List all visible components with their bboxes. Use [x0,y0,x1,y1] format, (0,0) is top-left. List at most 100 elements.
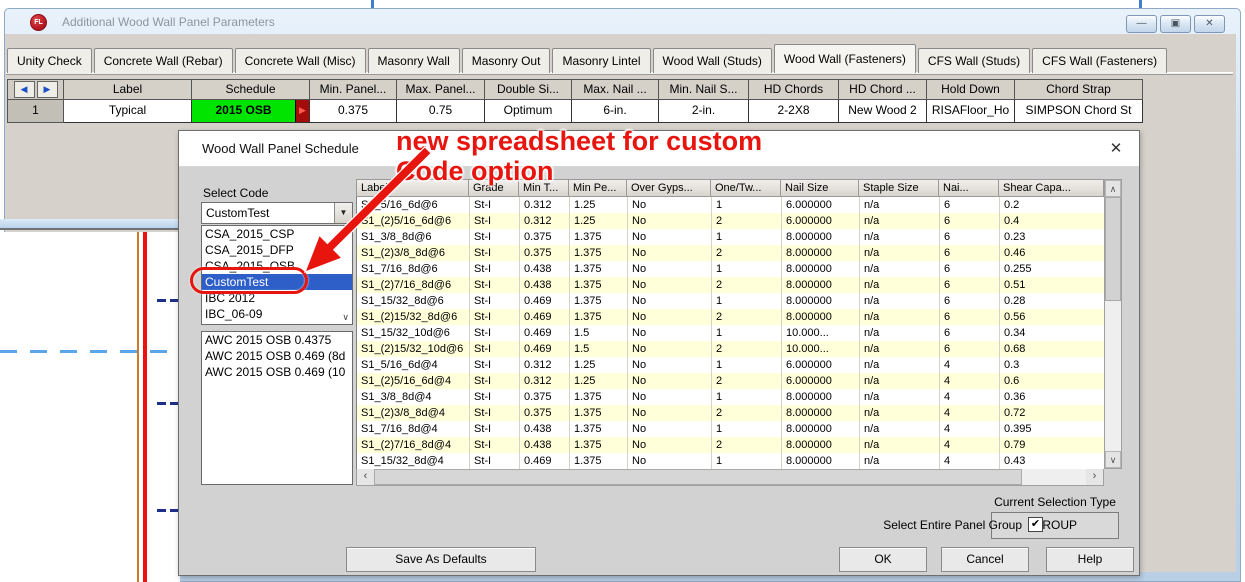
table-cell[interactable]: 0.43 [1000,453,1105,469]
table-cell[interactable]: 2 [712,277,782,293]
table-cell[interactable]: 1 [712,197,782,213]
table-cell[interactable]: 0.3 [1000,357,1105,373]
table-cell[interactable]: 6 [940,277,1000,293]
table-cell[interactable]: No [628,405,712,421]
table-cell[interactable]: 1.375 [570,229,628,245]
table-cell[interactable]: 0.255 [1000,261,1105,277]
table-row[interactable]: S1_15/32_8d@6St-I0.4691.375No18.000000n/… [357,293,1105,309]
select-entire-panel-group-checkbox[interactable]: ✔ [1028,517,1043,532]
ok-button[interactable]: OK [839,547,927,572]
table-cell[interactable]: 1.375 [570,293,628,309]
table-cell[interactable]: 1.375 [570,245,628,261]
code-list-item-csa-2015-csp[interactable]: CSA_2015_CSP [202,226,352,242]
table-cell[interactable]: 0.375 [520,389,570,405]
tab-concrete-wall-misc[interactable]: Concrete Wall (Misc) [235,48,366,73]
table-cell[interactable]: St-I [470,453,520,469]
table-cell[interactable]: 6 [940,325,1000,341]
code-combobox[interactable]: CustomTest ▼ [201,202,353,224]
table-cell[interactable]: S1_3/8_8d@6 [357,229,470,245]
table-cell[interactable]: 0.4 [1000,213,1105,229]
table-cell[interactable]: 1.375 [570,453,628,469]
table-cell[interactable]: S1_15/32_8d@6 [357,293,470,309]
scrollbar-thumb[interactable] [1105,197,1121,301]
table-cell[interactable]: 4 [940,453,1000,469]
table-cell[interactable]: St-I [470,373,520,389]
table-cell[interactable]: 8.000000 [782,229,860,245]
table-cell[interactable]: 0.2 [1000,197,1105,213]
table-row[interactable]: S1_(2)3/8_8d@4St-I0.3751.375No28.000000n… [357,405,1105,421]
table-cell[interactable]: n/a [860,325,940,341]
custom-list-item[interactable]: AWC 2015 OSB 0.4375 [202,332,352,348]
table-cell[interactable]: n/a [860,373,940,389]
table-cell[interactable]: 1.5 [570,341,628,357]
table-cell[interactable]: 6.000000 [782,197,860,213]
table-cell[interactable]: 10.000... [782,341,860,357]
tab-masonry-out[interactable]: Masonry Out [462,48,551,73]
table-cell[interactable]: n/a [860,357,940,373]
table-cell[interactable]: 0.68 [1000,341,1105,357]
table-cell[interactable]: St-I [470,261,520,277]
table-cell[interactable]: No [628,229,712,245]
table-cell[interactable]: St-I [470,293,520,309]
code-list-item-ibc-06-09[interactable]: IBC_06-09 [202,306,352,322]
schedule-cell[interactable]: 2015 OSB▶ [192,100,310,123]
table-cell[interactable]: S1_7/16_8d@6 [357,261,470,277]
table-cell[interactable]: 1.375 [570,309,628,325]
table-cell[interactable]: n/a [860,437,940,453]
table-cell[interactable]: 4 [940,421,1000,437]
table-cell[interactable]: No [628,277,712,293]
table-cell[interactable]: 4 [940,389,1000,405]
table-cell[interactable]: 1.25 [570,213,628,229]
chevron-down-icon[interactable]: ▼ [334,203,352,223]
table-cell[interactable]: S1_15/32_8d@4 [357,453,470,469]
table-cell[interactable]: 0.438 [520,437,570,453]
table-cell[interactable]: No [628,341,712,357]
table-cell[interactable]: S1_(2)5/16_6d@4 [357,373,470,389]
table-cell[interactable]: S1_(2)5/16_6d@6 [357,213,470,229]
table-cell[interactable]: 0.46 [1000,245,1105,261]
table-cell[interactable]: 8.000000 [782,261,860,277]
table-cell[interactable]: 0.56 [1000,309,1105,325]
table-cell[interactable]: n/a [860,245,940,261]
table-cell[interactable]: 6 [940,309,1000,325]
table-cell[interactable]: 0.375 [520,229,570,245]
table-row[interactable]: S1_(2)7/16_8d@6St-I0.4381.375No28.000000… [357,277,1105,293]
table-cell[interactable]: 0.469 [520,293,570,309]
tab-wood-wall-fasteners[interactable]: Wood Wall (Fasteners) [774,44,916,73]
table-cell[interactable]: St-I [470,325,520,341]
table-cell[interactable]: 6 [940,229,1000,245]
scroll-down-icon[interactable]: ∨ [1105,451,1121,468]
table-cell[interactable]: No [628,309,712,325]
table-cell[interactable]: 0.28 [1000,293,1105,309]
table-cell[interactable]: 2 [712,341,782,357]
table-row[interactable]: S1_7/16_8d@4St-I0.4381.375No18.000000n/a… [357,421,1105,437]
table-cell[interactable]: 0.34 [1000,325,1105,341]
table-cell[interactable]: 4 [940,373,1000,389]
table-cell[interactable]: 0.312 [520,197,570,213]
scroll-left-icon[interactable]: ‹ [357,469,374,485]
table-cell[interactable]: 0.312 [520,357,570,373]
table-cell[interactable]: n/a [860,405,940,421]
table-row[interactable]: S1_(2)5/16_6d@6St-I0.3121.25No26.000000n… [357,213,1105,229]
table-cell[interactable]: 1 [712,261,782,277]
table-cell[interactable]: 0.72 [1000,405,1105,421]
sheet-cell-max-panel[interactable]: 0.75 [397,100,485,123]
table-cell[interactable]: S1_5/16_6d@6 [357,197,470,213]
table-cell[interactable]: n/a [860,421,940,437]
table-cell[interactable]: 1.375 [570,437,628,453]
table-cell[interactable]: 0.469 [520,309,570,325]
table-cell[interactable]: 2 [712,309,782,325]
sheet-cell-hold-down[interactable]: RISAFloor_Ho [927,100,1015,123]
table-cell[interactable]: 2 [712,373,782,389]
table-cell[interactable]: S1_(2)3/8_8d@4 [357,405,470,421]
table-cell[interactable]: 8.000000 [782,389,860,405]
table-cell[interactable]: 1.375 [570,421,628,437]
table-cell[interactable]: n/a [860,277,940,293]
table-cell[interactable]: 10.000... [782,325,860,341]
table-cell[interactable]: n/a [860,197,940,213]
table-cell[interactable]: No [628,197,712,213]
table-cell[interactable]: 2 [712,245,782,261]
table-cell[interactable]: 1.25 [570,373,628,389]
list-scroll-down-icon[interactable]: ∨ [342,312,349,323]
table-cell[interactable]: n/a [860,229,940,245]
